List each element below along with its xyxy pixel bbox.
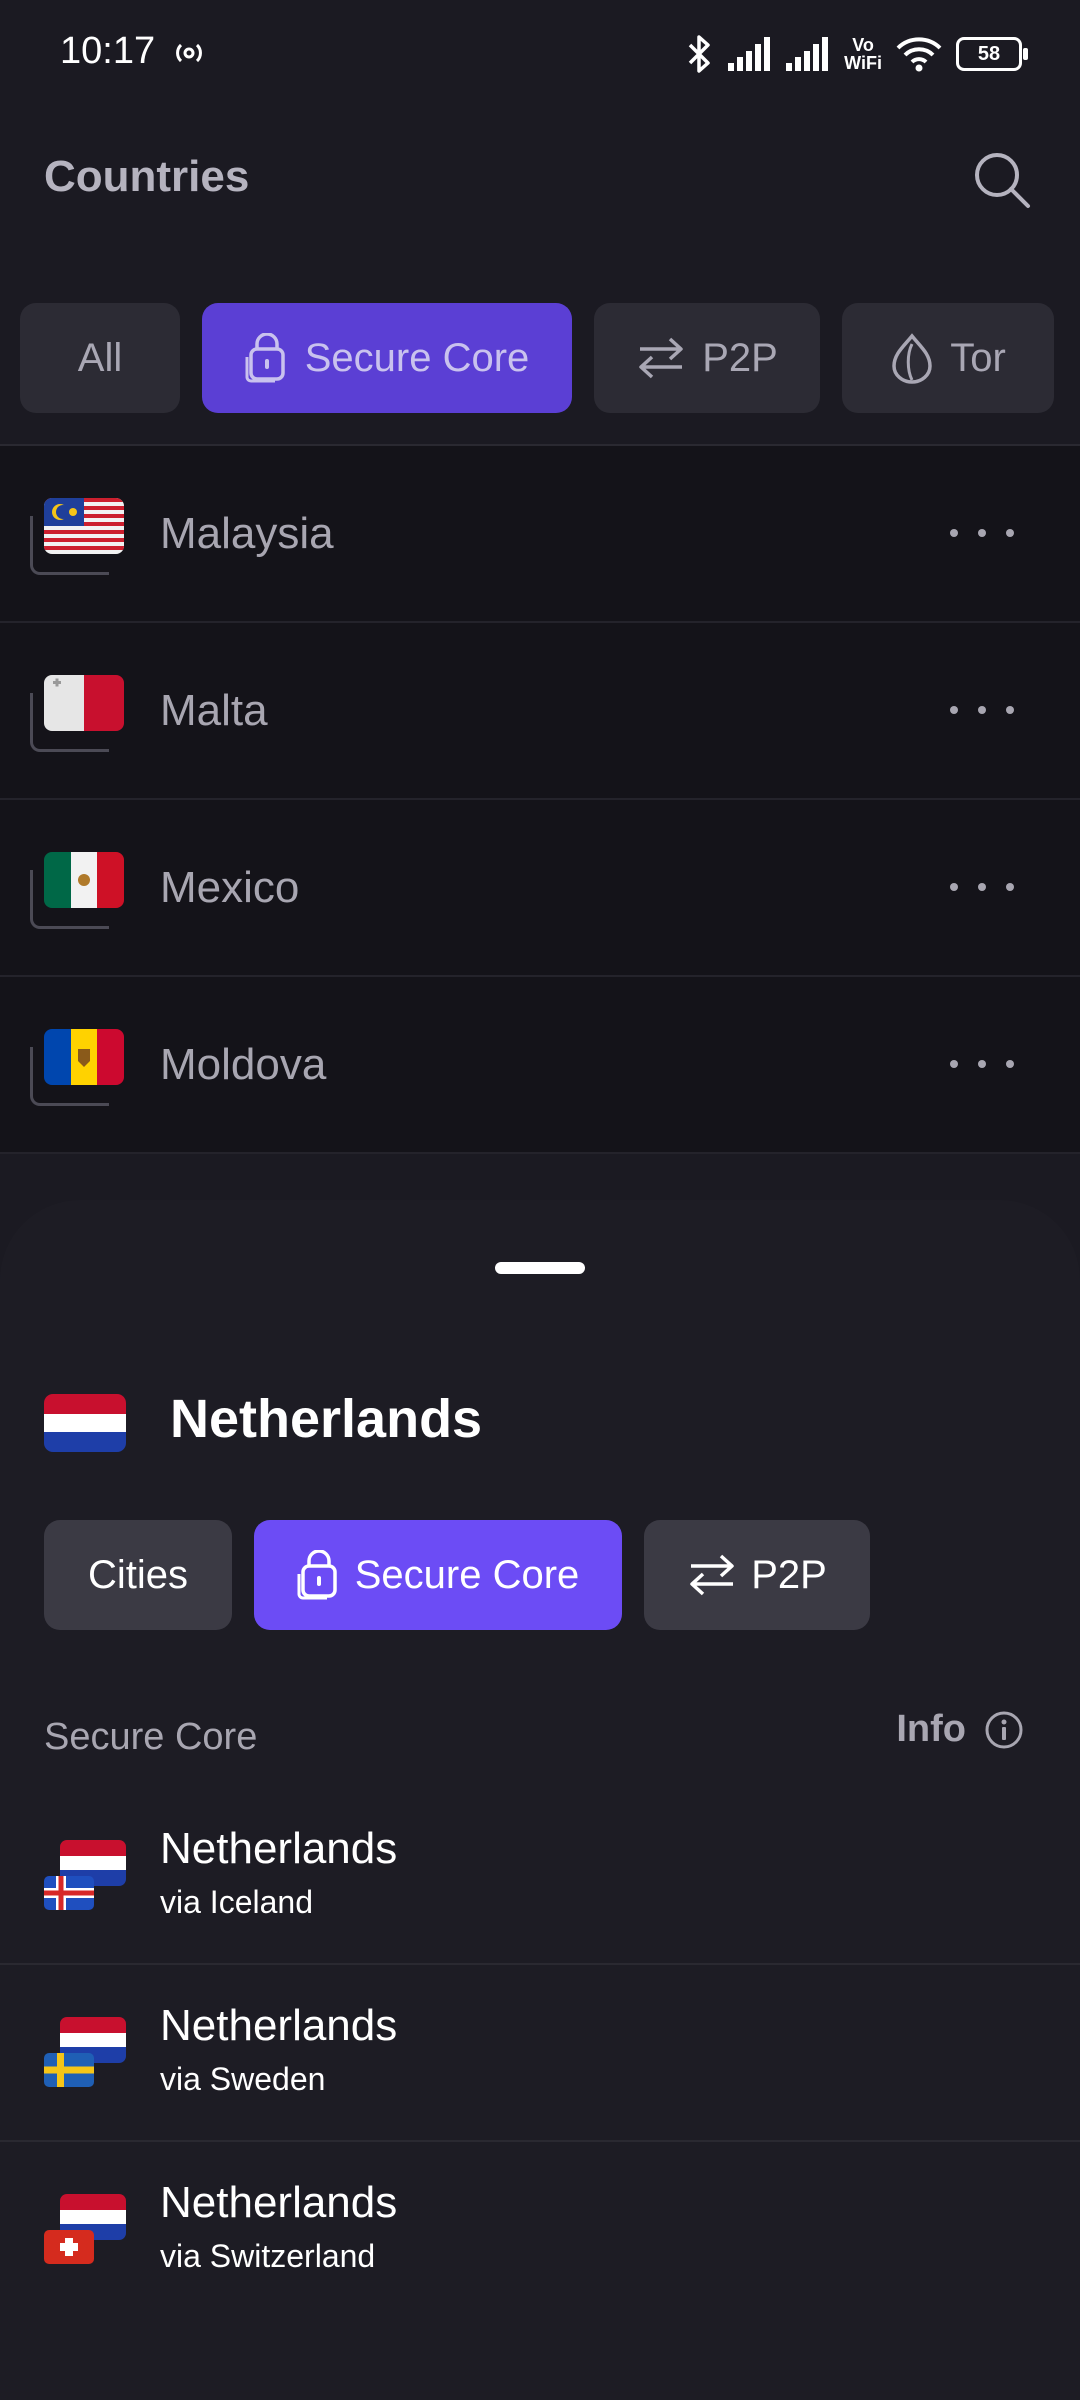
wifi-icon <box>896 37 942 72</box>
country-bottom-sheet: Netherlands Cities Secure Core P2P Secur… <box>0 1200 1080 2400</box>
country-row-malaysia[interactable]: Malaysia <box>0 446 1080 623</box>
status-bar: 10:17 Vo WiFi 58 <box>0 0 1080 110</box>
more-options-icon[interactable] <box>950 862 1014 912</box>
server-row[interactable]: Netherlands via Iceland <box>0 1788 1080 1965</box>
hotspot-icon <box>176 43 202 63</box>
filter-all-chip[interactable]: All <box>20 303 180 413</box>
sheet-tabs: Cities Secure Core P2P <box>44 1520 870 1630</box>
bluetooth-icon <box>688 35 710 73</box>
mexico-flag-icon <box>44 852 124 908</box>
country-name: Mexico <box>160 863 300 912</box>
sweden-flag-icon <box>44 2053 94 2087</box>
country-row-moldova[interactable]: Moldova <box>0 977 1080 1154</box>
server-name: Netherlands <box>160 1824 398 1873</box>
drag-handle[interactable] <box>495 1262 585 1274</box>
battery-level: 58 <box>977 42 1001 65</box>
country-row-malta[interactable]: Malta <box>0 623 1080 800</box>
server-name: Netherlands <box>160 2178 398 2227</box>
secure-core-flag <box>30 675 128 755</box>
signal-icon-1 <box>728 37 771 71</box>
country-name: Moldova <box>160 1040 327 1089</box>
server-via: via Switzerland <box>160 2238 376 2274</box>
server-row[interactable]: Netherlands via Sweden <box>0 1965 1080 2142</box>
signal-icon-2 <box>786 37 829 71</box>
search-icon[interactable] <box>970 148 1034 212</box>
moldova-flag-icon <box>44 1029 124 1085</box>
page-title: Countries <box>44 152 250 201</box>
more-options-icon[interactable] <box>950 508 1014 558</box>
secure-core-icon <box>297 1550 337 1600</box>
secure-core-icon <box>245 333 285 383</box>
secure-core-flag <box>30 498 128 578</box>
filter-p2p-chip[interactable]: P2P <box>594 303 820 413</box>
tor-onion-icon <box>892 333 932 384</box>
more-options-icon[interactable] <box>950 685 1014 735</box>
switzerland-flag-icon <box>44 2230 94 2264</box>
tab-p2p-label: P2P <box>751 1552 827 1597</box>
sheet-country-title: Netherlands <box>170 1389 483 1449</box>
iceland-flag-icon <box>44 1876 94 1910</box>
info-icon <box>985 1711 1023 1748</box>
filter-p2p-label: P2P <box>702 335 778 380</box>
status-icons: Vo WiFi 58 <box>684 28 1028 80</box>
country-name: Malaysia <box>160 509 334 558</box>
info-label: Info <box>896 1708 966 1750</box>
server-name: Netherlands <box>160 2001 398 2050</box>
filter-tor-chip[interactable]: Tor <box>842 303 1054 413</box>
country-list: Malaysia Malta Mexico Moldova <box>0 446 1080 1154</box>
status-time: 10:17 <box>60 30 156 72</box>
tab-cities[interactable]: Cities <box>44 1520 232 1630</box>
secure-core-flag <box>30 852 128 932</box>
info-button[interactable]: Info <box>896 1708 1024 1751</box>
p2p-icon <box>690 1554 734 1596</box>
filter-secure-core-label: Secure Core <box>304 335 530 380</box>
filter-all-label: All <box>77 335 123 380</box>
p2p-icon <box>639 337 683 379</box>
tab-p2p[interactable]: P2P <box>644 1520 870 1630</box>
vowifi-icon: Vo WiFi <box>844 35 882 73</box>
country-row-mexico[interactable]: Mexico <box>0 800 1080 977</box>
tab-cities-label: Cities <box>87 1552 189 1597</box>
server-via: via Iceland <box>160 1884 313 1920</box>
filter-chips: All Secure Core P2P Tor <box>20 303 1054 413</box>
malaysia-flag-icon <box>44 498 124 554</box>
malta-flag-icon <box>44 675 124 731</box>
tab-secure-core[interactable]: Secure Core <box>254 1520 622 1630</box>
filter-secure-core-chip[interactable]: Secure Core <box>202 303 572 413</box>
filter-tor-label: Tor <box>950 335 1006 380</box>
server-row[interactable]: Netherlands via Switzerland <box>0 2142 1080 2317</box>
country-name: Malta <box>160 686 268 735</box>
secure-core-server-list: Netherlands via Iceland Netherlands via … <box>0 1788 1080 2317</box>
server-via: via Sweden <box>160 2061 326 2097</box>
tab-secure-core-label: Secure Core <box>354 1552 580 1597</box>
secure-core-flag <box>30 1029 128 1109</box>
netherlands-flag-icon <box>44 1394 126 1452</box>
more-options-icon[interactable] <box>950 1039 1014 1089</box>
section-label: Secure Core <box>44 1716 258 1758</box>
battery-icon: 58 <box>956 37 1028 71</box>
